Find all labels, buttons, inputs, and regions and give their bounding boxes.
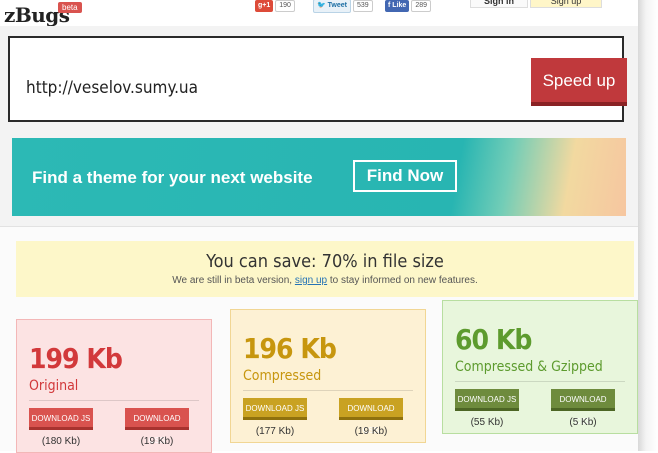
facebook-widget[interactable]: f Like 289 xyxy=(385,0,431,12)
gzipped-card: 60 Kb Compressed & Gzipped DOWNLOAD JS D… xyxy=(442,300,638,434)
tweet-widget[interactable]: 🐦 Tweet 539 xyxy=(313,0,373,13)
compressed-js-size: (177 Kb) xyxy=(255,426,295,437)
url-input[interactable]: http://veselov.sumy.ua Speed up xyxy=(8,36,627,122)
savings-title: You can save: 70% in file size xyxy=(206,251,444,272)
gzipped-download-css-button[interactable]: DOWNLOAD CSS xyxy=(551,389,615,426)
signup-button[interactable]: Sign up xyxy=(530,0,602,8)
original-label: Original xyxy=(29,378,79,394)
gzipped-size: 60 Kb xyxy=(455,323,532,356)
url-section: http://veselov.sumy.ua Speed up Find a t… xyxy=(0,26,638,227)
original-css-size: (19 Kb) xyxy=(140,436,174,447)
divider xyxy=(29,400,199,401)
facebook-count: 289 xyxy=(411,0,431,12)
twitter-icon: 🐦 xyxy=(317,2,326,9)
original-size: 199 Kb xyxy=(29,342,123,375)
gplus-count: 190 xyxy=(275,0,295,12)
signup-link[interactable]: sign up xyxy=(295,275,327,286)
original-js-size: (180 Kb) xyxy=(41,436,81,447)
compressed-css-size: (19 Kb) xyxy=(354,426,388,437)
tweet-button[interactable]: 🐦 Tweet xyxy=(313,0,351,13)
gzipped-download-js-button[interactable]: DOWNLOAD JS xyxy=(455,389,519,411)
beta-badge: beta xyxy=(58,2,82,13)
tweet-count: 539 xyxy=(353,0,373,12)
gplus-button[interactable]: g+1 xyxy=(255,0,274,12)
gzipped-label: Compressed & Gzipped xyxy=(455,359,603,375)
compressed-size: 196 Kb xyxy=(243,332,337,365)
compressed-label: Compressed xyxy=(243,368,322,384)
results-section: You can save: 70% in file size We are st… xyxy=(0,227,638,453)
compressed-download-css-button[interactable]: DOWNLOAD CSS xyxy=(339,398,403,435)
gzipped-js-size: (55 Kb) xyxy=(470,417,504,428)
original-download-js-button[interactable]: DOWNLOAD JS xyxy=(29,408,93,430)
signin-button[interactable]: Sign in xyxy=(470,0,528,8)
original-download-css-button[interactable]: DOWNLOAD CSS xyxy=(125,408,189,445)
url-input-value: http://veselov.sumy.ua xyxy=(26,78,199,98)
banner-text: Find a theme for your next website xyxy=(32,168,313,187)
speed-up-button[interactable]: Speed up xyxy=(531,58,627,106)
theme-ad-banner[interactable]: Find a theme for your next website Find … xyxy=(12,138,626,216)
savings-subtitle: We are still in beta version, sign up to… xyxy=(172,275,478,286)
find-now-button[interactable]: Find Now xyxy=(353,160,457,192)
divider xyxy=(243,390,413,391)
facebook-like-button[interactable]: f Like xyxy=(385,0,410,12)
page-edge-shadow xyxy=(638,0,658,451)
original-card: 199 Kb Original DOWNLOAD JS DOWNLOAD CSS… xyxy=(16,319,212,453)
compressed-download-js-button[interactable]: DOWNLOAD JS xyxy=(243,398,307,420)
gzipped-css-size: (5 Kb) xyxy=(569,417,597,428)
divider xyxy=(455,381,625,382)
facebook-icon: f xyxy=(388,2,391,9)
savings-panel: You can save: 70% in file size We are st… xyxy=(16,241,634,297)
compressed-card: 196 Kb Compressed DOWNLOAD JS DOWNLOAD C… xyxy=(230,309,426,443)
gplus-widget[interactable]: g+1 190 xyxy=(255,0,295,12)
